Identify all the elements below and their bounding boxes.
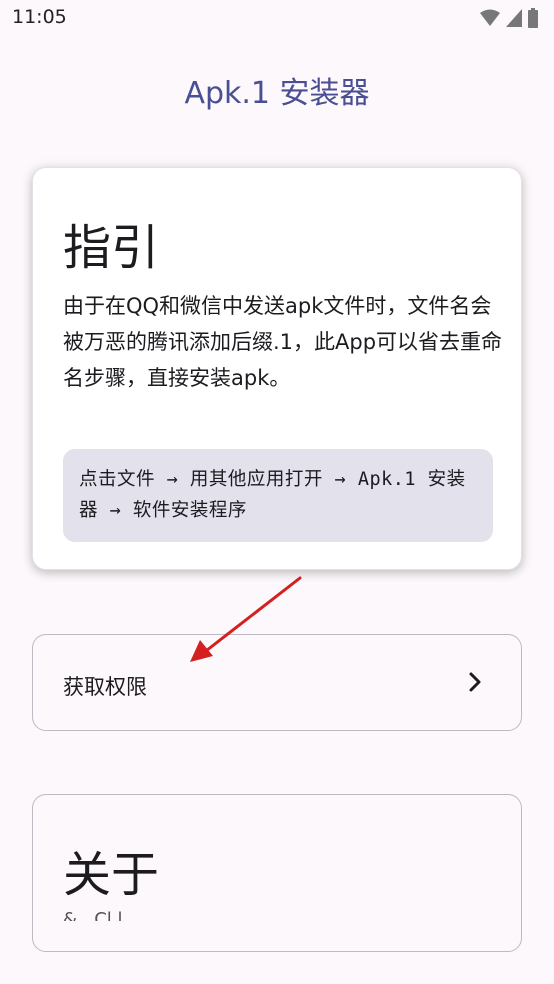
guide-card: 指引 由于在QQ和微信中发送apk文件时，文件名会被万恶的腾讯添加后缀.1，此A… [32,167,522,570]
status-bar: 11:05 [0,0,554,36]
status-time: 11:05 [12,6,67,28]
about-card[interactable]: 关于 & ..Cl.l.. [32,794,522,952]
about-title: 关于 [63,847,160,903]
guide-title: 指引 [63,220,160,276]
wifi-icon [480,9,500,26]
battery-icon [528,8,538,28]
guide-description: 由于在QQ和微信中发送apk文件时，文件名会被万恶的腾讯添加后缀.1，此App可… [63,294,503,390]
guide-steps: 点击文件 → 用其他应用打开 → Apk.1 安装器 → 软件安装程序 [63,449,493,542]
app-screen: 11:05 Apk.1 安装器 指引 由于在QQ和微信中发送apk文件时，文件名… [0,0,554,984]
app-title: Apk.1 安装器 [184,76,370,111]
about-partial-text: & ..Cl.l.. [63,911,223,921]
chevron-right-icon [469,672,481,692]
status-icons [480,8,538,28]
permission-label: 获取权限 [63,675,147,699]
signal-icon [506,9,522,27]
annotation-arrow-icon [190,576,302,662]
